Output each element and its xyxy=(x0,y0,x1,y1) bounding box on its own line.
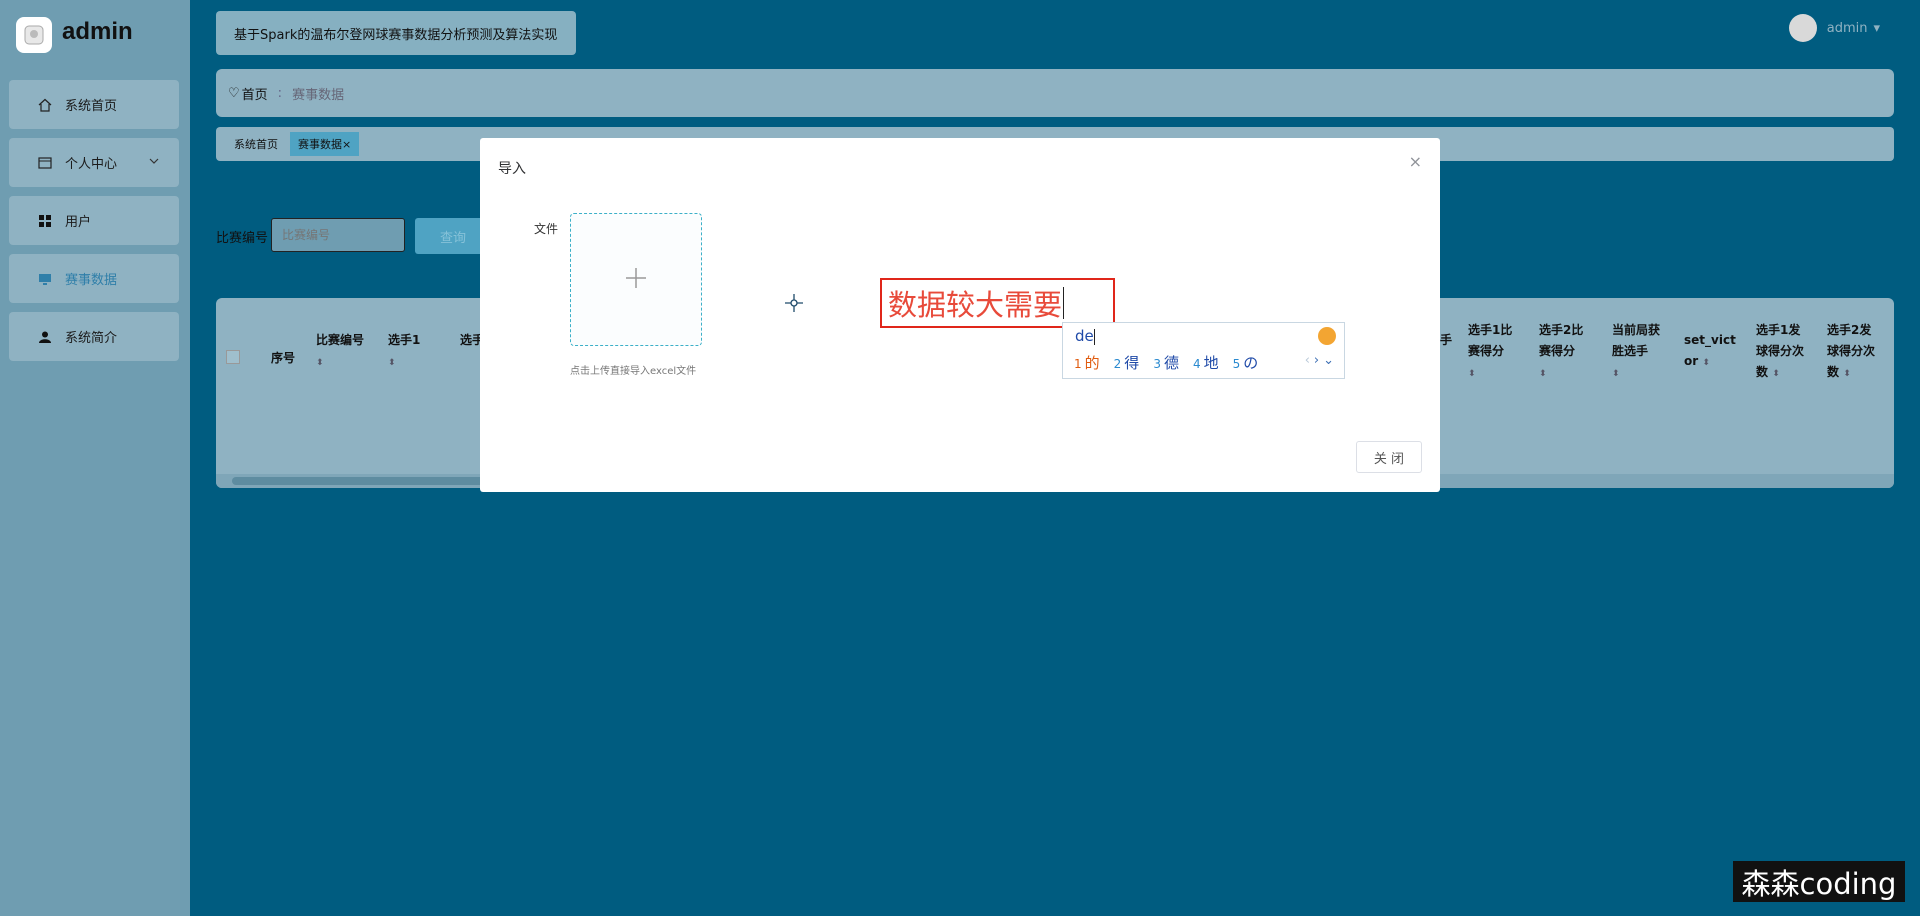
dialog-title: 导入 xyxy=(498,161,526,177)
table-header[interactable]: 比赛编号 ⬍ xyxy=(316,330,364,374)
chevron-left-icon[interactable]: ‹ xyxy=(1305,353,1314,368)
chevron-right-icon[interactable]: › xyxy=(1314,353,1323,368)
tag-close-icon[interactable]: × xyxy=(342,138,351,151)
plus-icon xyxy=(625,267,647,293)
crosshair-cursor-icon xyxy=(783,292,805,318)
ime-candidate[interactable]: 3德 xyxy=(1153,352,1179,373)
sidebar-item-label: 赛事数据 xyxy=(65,273,118,288)
user-menu[interactable]: admin ▾ xyxy=(1788,14,1880,42)
breadcrumb-current: 赛事数据 xyxy=(292,87,345,103)
sidebar-item-label: 系统首页 xyxy=(65,99,118,114)
card-icon xyxy=(37,155,53,171)
chevron-down-icon xyxy=(149,155,159,170)
text-caret xyxy=(1063,287,1065,319)
ime-composition: de xyxy=(1075,327,1095,345)
upload-dropzone[interactable] xyxy=(570,213,702,346)
sidebar-item-label: 系统简介 xyxy=(65,331,118,346)
sidebar-item-about[interactable]: 系统简介 xyxy=(9,312,179,361)
ime-candidate-window: de 1的 2得 3德 4地 5の ‹›⌄ xyxy=(1062,322,1345,379)
table-header[interactable]: 当前局获胜选手 ⬍ xyxy=(1612,320,1664,385)
user-name: admin xyxy=(1826,20,1868,36)
table-header[interactable]: 序号 xyxy=(271,348,295,369)
close-icon[interactable]: × xyxy=(1409,152,1422,171)
ime-candidate[interactable]: 5の xyxy=(1233,352,1259,373)
watermark: 森森coding xyxy=(1733,861,1905,902)
sidebar: admin 系统首页 个人中心 用户 赛事数据 系统简介 xyxy=(0,0,190,916)
table-header[interactable]: set_victor ⬍ xyxy=(1684,330,1736,374)
sidebar-item-match-data[interactable]: 赛事数据 xyxy=(9,254,179,303)
ime-candidate[interactable]: 2得 xyxy=(1114,352,1140,373)
caret-down-icon: ▾ xyxy=(1873,20,1880,36)
sidebar-item-profile[interactable]: 个人中心 xyxy=(9,138,179,187)
annotation-textbox[interactable]: 数据较大需要 xyxy=(880,278,1115,328)
close-button[interactable]: 关 闭 xyxy=(1356,441,1422,473)
select-all-checkbox[interactable] xyxy=(226,350,240,364)
person-icon xyxy=(37,329,53,345)
avatar xyxy=(1788,14,1817,42)
table-header[interactable]: 选手2比赛得分 ⬍ xyxy=(1539,320,1591,385)
ime-candidate[interactable]: 1的 xyxy=(1074,352,1100,373)
brand-name: admin xyxy=(62,18,133,45)
ime-candidates: 1的 2得 3德 4地 5の xyxy=(1074,352,1272,373)
monitor-icon xyxy=(37,271,53,287)
table-header[interactable]: 选手2发球得分次数 ⬍ xyxy=(1827,320,1879,385)
sidebar-item-label: 用户 xyxy=(65,215,92,230)
chevron-down-icon[interactable]: ⌄ xyxy=(1323,353,1338,368)
home-icon xyxy=(37,97,53,113)
file-label: 文件 xyxy=(534,222,559,236)
sidebar-item-home[interactable]: 系统首页 xyxy=(9,80,179,129)
table-header[interactable]: 手 xyxy=(1440,330,1452,351)
table-header[interactable]: 选手1比赛得分 ⬍ xyxy=(1468,320,1520,385)
ime-candidate[interactable]: 4地 xyxy=(1193,352,1219,373)
system-title: 基于Spark的温布尔登网球赛事数据分析预测及算法实现 xyxy=(216,11,576,55)
grid-icon xyxy=(37,213,53,229)
heart-icon: ♡ xyxy=(228,85,240,101)
tag-match-data[interactable]: 赛事数据× xyxy=(290,132,360,156)
ime-skin-icon[interactable] xyxy=(1318,327,1336,345)
breadcrumb-separator: : xyxy=(277,85,283,101)
sidebar-item-label: 个人中心 xyxy=(65,157,118,172)
breadcrumb: ♡ 首页 : 赛事数据 xyxy=(216,69,1894,117)
table-header[interactable]: 选手1发球得分次数 ⬍ xyxy=(1756,320,1808,385)
tag-home[interactable]: 系统首页 xyxy=(226,132,286,156)
table-header[interactable]: 选手1 ⬍ xyxy=(388,330,420,374)
search-label: 比赛编号 xyxy=(216,231,269,246)
logo xyxy=(16,17,52,53)
ime-page-nav[interactable]: ‹›⌄ xyxy=(1305,353,1338,368)
breadcrumb-home[interactable]: ♡ 首页 xyxy=(228,84,268,103)
sidebar-item-users[interactable]: 用户 xyxy=(9,196,179,245)
search-input[interactable] xyxy=(271,218,405,252)
upload-hint: 点击上传直接导入excel文件 xyxy=(570,366,697,377)
